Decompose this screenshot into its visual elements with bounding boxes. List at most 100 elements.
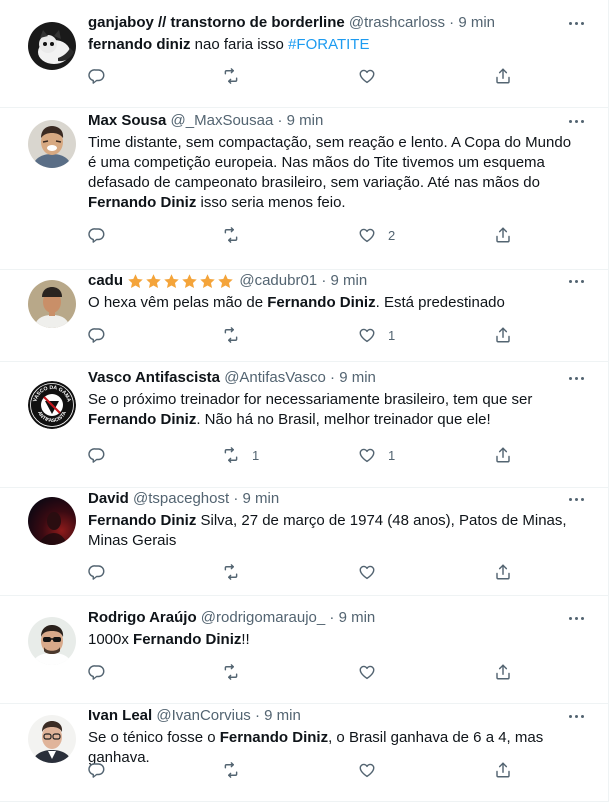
retweet-button[interactable]: [222, 662, 240, 682]
like-button[interactable]: [358, 760, 376, 780]
display-name[interactable]: cadu: [88, 272, 123, 289]
avatar[interactable]: [28, 280, 76, 328]
timestamp[interactable]: 9 min: [339, 369, 376, 386]
highlighted-name: Fernando Diniz: [88, 512, 197, 529]
text-segment: Time distante, sem compactação, sem reaç…: [88, 134, 572, 191]
share-button[interactable]: [494, 760, 512, 780]
tweet-text: fernando diniz nao faria isso #FORATITE: [88, 35, 578, 55]
more-options-button[interactable]: [565, 272, 587, 290]
timestamp[interactable]: 9 min: [330, 272, 367, 289]
tweet[interactable]: VASCO DA GAMA ANTIFASCISTA Vasco Antifasci…: [0, 362, 609, 488]
reply-icon: [88, 761, 106, 779]
star-icon: [181, 273, 199, 293]
avatar[interactable]: VASCO DA GAMA ANTIFASCISTA: [28, 381, 76, 429]
tweet[interactable]: Max Sousa @_MaxSousaa · 9 min Time distan…: [0, 108, 609, 270]
share-button[interactable]: [494, 445, 512, 465]
timestamp[interactable]: 9 min: [287, 112, 324, 129]
like-count: 2: [388, 227, 396, 243]
more-icon: [567, 616, 585, 620]
user-handle[interactable]: @cadubr01: [239, 272, 317, 289]
avatar[interactable]: [28, 617, 76, 665]
display-name[interactable]: Rodrigo Araújo: [88, 609, 197, 626]
avatar[interactable]: [28, 22, 76, 70]
tweet-header: Max Sousa @_MaxSousaa · 9 min: [88, 111, 549, 131]
more-options-button[interactable]: [565, 14, 587, 32]
share-button[interactable]: [494, 662, 512, 682]
share-icon: [494, 761, 512, 779]
retweet-button[interactable]: [222, 562, 240, 582]
like-button[interactable]: 1: [358, 445, 395, 465]
retweet-button[interactable]: [222, 760, 240, 780]
retweet-icon: [222, 446, 240, 464]
more-options-button[interactable]: [565, 609, 587, 627]
reply-button[interactable]: [88, 562, 106, 582]
tweet[interactable]: Ivan Leal @IvanCorvius · 9 min Se o ténic…: [0, 704, 609, 802]
avatar[interactable]: [28, 497, 76, 545]
display-name[interactable]: David: [88, 490, 129, 507]
avatar[interactable]: [28, 715, 76, 763]
star-icon: [127, 273, 145, 293]
reply-button[interactable]: [88, 760, 106, 780]
tweet-header: Vasco Antifascista @AntifasVasco · 9 min: [88, 368, 549, 388]
tweet-text: Fernando Diniz Silva, 27 de março de 197…: [88, 511, 578, 551]
user-handle[interactable]: @tspaceghost: [133, 490, 229, 507]
timestamp[interactable]: 9 min: [264, 707, 301, 724]
more-options-button[interactable]: [565, 490, 587, 508]
share-button[interactable]: [494, 66, 512, 86]
tweet[interactable]: ganjaboy // transtorno de borderline @tr…: [0, 0, 609, 108]
like-icon: [358, 326, 376, 344]
like-icon: [358, 663, 376, 681]
reply-icon: [88, 326, 106, 344]
like-button[interactable]: [358, 66, 376, 86]
hashtag-link[interactable]: #FORATITE: [288, 36, 369, 53]
reply-icon: [88, 67, 106, 85]
reply-button[interactable]: [88, 325, 106, 345]
like-button[interactable]: [358, 562, 376, 582]
display-name[interactable]: Ivan Leal: [88, 707, 152, 724]
tweet[interactable]: Rodrigo Araújo @rodrigomaraujo_ · 9 min 1…: [0, 596, 609, 704]
retweet-button[interactable]: [222, 325, 240, 345]
user-handle[interactable]: @_MaxSousaa: [171, 112, 274, 129]
retweet-icon: [222, 326, 240, 344]
retweet-button[interactable]: [222, 66, 240, 86]
user-handle[interactable]: @IvanCorvius: [156, 707, 250, 724]
timestamp[interactable]: 9 min: [339, 609, 376, 626]
like-button[interactable]: 2: [358, 225, 395, 245]
retweet-icon: [222, 761, 240, 779]
user-handle[interactable]: @AntifasVasco: [224, 369, 326, 386]
share-button[interactable]: [494, 325, 512, 345]
reply-button[interactable]: [88, 662, 106, 682]
avatar[interactable]: [28, 120, 76, 168]
display-name[interactable]: ganjaboy // transtorno de borderline: [88, 14, 345, 31]
more-options-button[interactable]: [565, 369, 587, 387]
retweet-button[interactable]: 1: [222, 445, 259, 465]
share-button[interactable]: [494, 225, 512, 245]
reply-icon: [88, 446, 106, 464]
like-button[interactable]: [358, 662, 376, 682]
more-icon: [567, 497, 585, 501]
tweet[interactable]: David @tspaceghost · 9 min Fernando Diniz…: [0, 488, 609, 596]
user-handle[interactable]: @trashcarloss: [349, 14, 445, 31]
star-icon: [163, 273, 181, 293]
timestamp[interactable]: 9 min: [458, 14, 495, 31]
like-icon: [358, 563, 376, 581]
timestamp[interactable]: 9 min: [243, 490, 280, 507]
like-button[interactable]: 1: [358, 325, 395, 345]
display-name[interactable]: Vasco Antifascista: [88, 369, 220, 386]
reply-button[interactable]: [88, 225, 106, 245]
share-button[interactable]: [494, 562, 512, 582]
retweet-button[interactable]: [222, 225, 240, 245]
more-options-button[interactable]: [565, 707, 587, 725]
reply-icon: [88, 563, 106, 581]
tweet[interactable]: cadu @cadubr01 · 9 min O hexa vêm pelas m…: [0, 270, 609, 362]
retweet-icon: [222, 663, 240, 681]
tweet-header: Ivan Leal @IvanCorvius · 9 min: [88, 706, 549, 726]
retweet-icon: [222, 226, 240, 244]
name-stars: [127, 273, 235, 293]
more-icon: [567, 714, 585, 718]
reply-button[interactable]: [88, 445, 106, 465]
reply-button[interactable]: [88, 66, 106, 86]
user-handle[interactable]: @rodrigomaraujo_: [201, 609, 325, 626]
display-name[interactable]: Max Sousa: [88, 112, 166, 129]
more-options-button[interactable]: [565, 112, 587, 130]
